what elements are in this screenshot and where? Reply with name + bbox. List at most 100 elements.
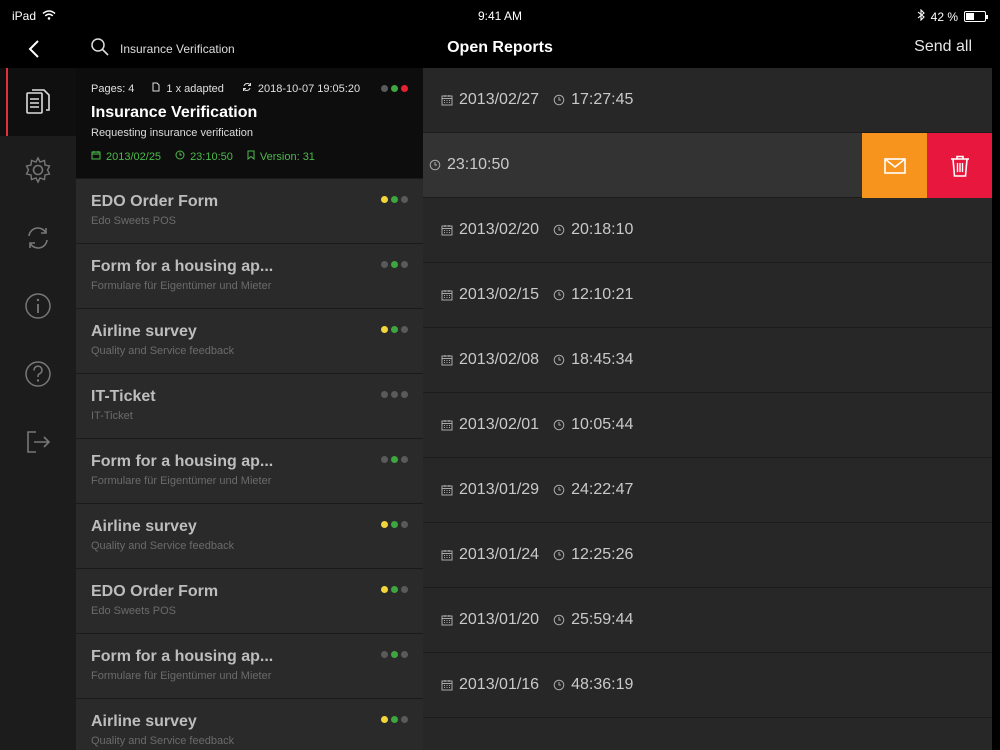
list-item[interactable]: Airline survey Quality and Service feedba… [76, 698, 423, 750]
selected-form-title: Insurance Verification [91, 104, 258, 121]
clock-icon [553, 419, 565, 431]
list-item[interactable]: IT-Ticket IT-Ticket [76, 373, 423, 438]
report-time: 20:18:10 [571, 221, 634, 238]
calendar-icon [91, 150, 101, 163]
status-dot-gray [401, 456, 408, 463]
report-date: 2013/01/16 [459, 676, 540, 693]
status-dots [381, 651, 408, 658]
status-dot-green [391, 651, 398, 658]
report-row[interactable]: 2013/02/27 17:27:45 [423, 68, 992, 133]
status-bar: iPad 9:41 AM 42 % [0, 0, 1000, 32]
report-date: 2013/01/20 [459, 611, 540, 628]
status-dots [381, 261, 408, 268]
status-dot-gray [401, 326, 408, 333]
list-item[interactable]: EDO Order Form Edo Sweets POS [76, 178, 423, 243]
file-icon [152, 82, 160, 95]
status-dot-gray [381, 651, 388, 658]
gear-icon [25, 156, 51, 184]
status-dot-green [391, 196, 398, 203]
status-dot-green [391, 586, 398, 593]
list-item-subtitle: Edo Sweets POS [91, 605, 176, 617]
form-meta: Pages: 4 1 x adapted 2018-10-07 19:05:20 [91, 82, 360, 95]
form-version: Version: 31 [259, 150, 315, 163]
selected-form-subtitle: Requesting insurance verification [91, 127, 254, 139]
report-date: 2013/02/01 [459, 416, 540, 433]
report-time: 10:05:44 [571, 416, 634, 433]
list-item[interactable]: Airline survey Quality and Service feedba… [76, 308, 423, 373]
report-time: 23:10:50 [447, 156, 510, 173]
rail-item-sync[interactable] [0, 204, 76, 272]
list-item[interactable]: Airline survey Quality and Service feedba… [76, 503, 423, 568]
list-item[interactable]: Form for a housing ap... Formulare für Ei… [76, 243, 423, 308]
report-row[interactable]: 2013/02/01 10:05:44 [423, 393, 992, 458]
info-icon [25, 293, 51, 319]
report-time: 48:36:19 [571, 676, 634, 693]
selected-form-info: 2013/02/25 23:10:50 Version: 31 [91, 150, 315, 163]
report-row[interactable]: 2013/01/20 25:59:44 [423, 588, 992, 653]
send-all-button[interactable]: Send all [914, 38, 972, 56]
back-button[interactable] [22, 36, 46, 62]
bluetooth-icon [917, 8, 925, 24]
send-mail-button[interactable] [862, 133, 927, 198]
list-item-subtitle: Quality and Service feedback [91, 345, 235, 357]
report-row[interactable]: 2013/02/08 18:45:34 [423, 328, 992, 393]
list-item[interactable]: EDO Order Form Edo Sweets POS [76, 568, 423, 633]
status-dot-gray [401, 261, 408, 268]
status-dots [381, 391, 408, 398]
rail-item-help[interactable] [0, 340, 76, 408]
clock-icon [553, 549, 565, 561]
sync-icon [28, 227, 48, 249]
status-dot-yellow [381, 326, 388, 333]
report-row[interactable]: 2013/01/24 12:25:26 [423, 523, 992, 588]
search-input[interactable] [120, 42, 320, 56]
status-dots [381, 716, 408, 723]
status-dot-gray [401, 521, 408, 528]
reports-list: 2013/02/27 17:27:45 23:10:50 2013/02/20 20:1… [423, 68, 992, 750]
status-dots [381, 521, 408, 528]
report-time: 24:22:47 [571, 481, 634, 498]
report-date: 2013/02/15 [459, 286, 540, 303]
status-dots [381, 456, 408, 463]
bookmark-icon [247, 150, 255, 163]
status-dot-gray [381, 391, 388, 398]
report-row[interactable]: 23:10:50 [423, 133, 992, 198]
search-icon [90, 37, 110, 62]
status-dot-yellow [381, 521, 388, 528]
forms-list: Pages: 4 1 x adapted 2018-10-07 19:05:20… [76, 68, 423, 750]
clock-icon [553, 354, 565, 366]
calendar-icon [441, 419, 453, 431]
calendar-icon [441, 289, 453, 301]
list-item[interactable]: Form for a housing ap... Formulare für Ei… [76, 438, 423, 503]
battery-percent: 42 % [930, 9, 958, 24]
calendar-icon [441, 484, 453, 496]
clock-icon [553, 289, 565, 301]
list-item-title: Airline survey [91, 713, 197, 730]
clock-icon [553, 94, 565, 106]
report-row[interactable]: 2013/01/29 24:22:47 [423, 458, 992, 523]
logout-icon [27, 431, 51, 453]
rail-item-logout[interactable] [0, 408, 76, 476]
status-dot-green [391, 716, 398, 723]
list-item-subtitle: Quality and Service feedback [91, 735, 235, 747]
calendar-icon [441, 94, 453, 106]
calendar-icon [441, 679, 453, 691]
list-item-title: Form for a housing ap... [91, 453, 274, 470]
calendar-icon [441, 549, 453, 561]
report-row[interactable]: 2013/02/15 12:10:21 [423, 263, 992, 328]
rail-item-documents[interactable] [0, 68, 76, 136]
report-date: 2013/02/08 [459, 351, 540, 368]
report-time: 25:59:44 [571, 611, 634, 628]
report-row[interactable]: 2013/01/16 48:36:19 [423, 653, 992, 718]
status-dot-gray [381, 261, 388, 268]
calendar-icon [441, 224, 453, 236]
status-dots [381, 196, 408, 203]
selected-form-card[interactable]: Pages: 4 1 x adapted 2018-10-07 19:05:20… [76, 68, 423, 178]
search-bar[interactable] [90, 36, 320, 62]
list-item-title: Airline survey [91, 518, 197, 535]
list-item[interactable]: Form for a housing ap... Formulare für Ei… [76, 633, 423, 698]
rail-item-info[interactable] [0, 272, 76, 340]
report-row[interactable]: 2013/02/20 20:18:10 [423, 198, 992, 263]
form-time: 23:10:50 [190, 150, 233, 163]
rail-item-settings[interactable] [0, 136, 76, 204]
delete-button[interactable] [927, 133, 992, 198]
